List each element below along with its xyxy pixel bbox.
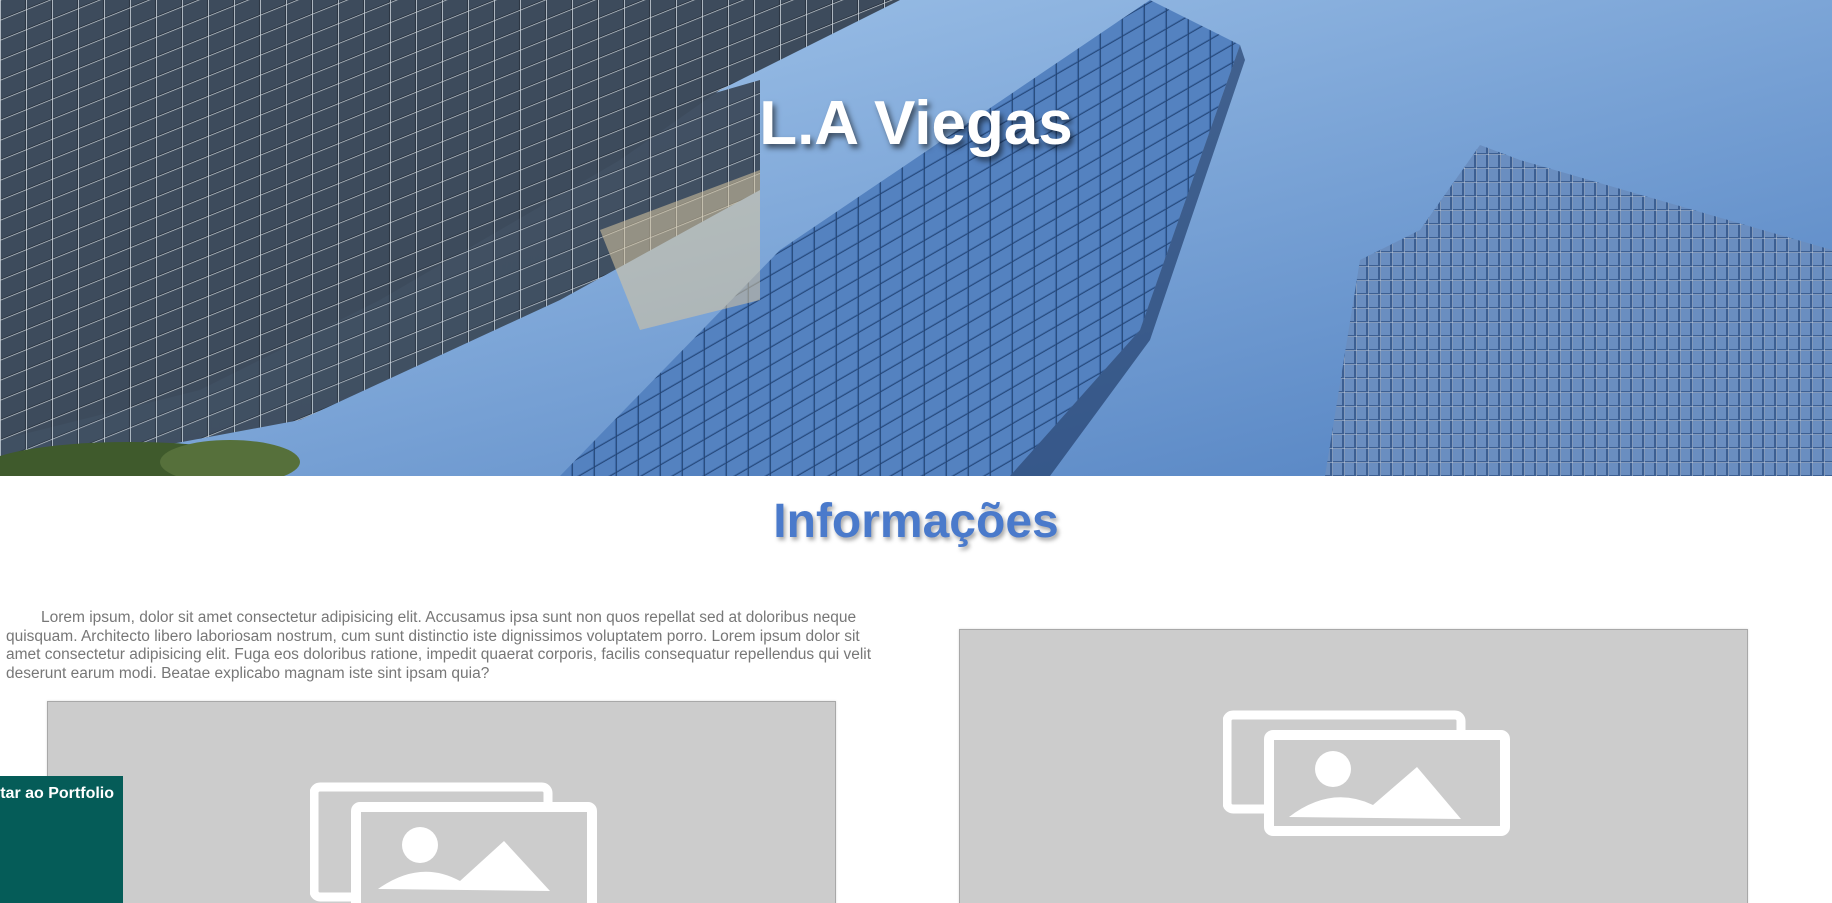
back-to-portfolio-button[interactable]: Voltar ao Portfolio xyxy=(0,776,123,903)
hero-banner: L.A Viegas xyxy=(0,0,1832,476)
info-paragraph: Lorem ipsum, dolor sit amet consectetur … xyxy=(6,609,872,682)
image-gallery-icon xyxy=(310,782,597,903)
hero-background-image xyxy=(0,0,1832,476)
image-gallery-icon xyxy=(1223,710,1510,836)
back-to-portfolio-label: Voltar ao Portfolio xyxy=(0,785,114,802)
page: L.A Viegas Informações Lorem ipsum, dolo… xyxy=(0,0,1832,903)
image-placeholder-right xyxy=(959,629,1748,903)
image-placeholder-left xyxy=(47,701,836,903)
site-title: L.A Viegas xyxy=(759,89,1073,158)
section-heading: Informações xyxy=(773,495,1059,548)
